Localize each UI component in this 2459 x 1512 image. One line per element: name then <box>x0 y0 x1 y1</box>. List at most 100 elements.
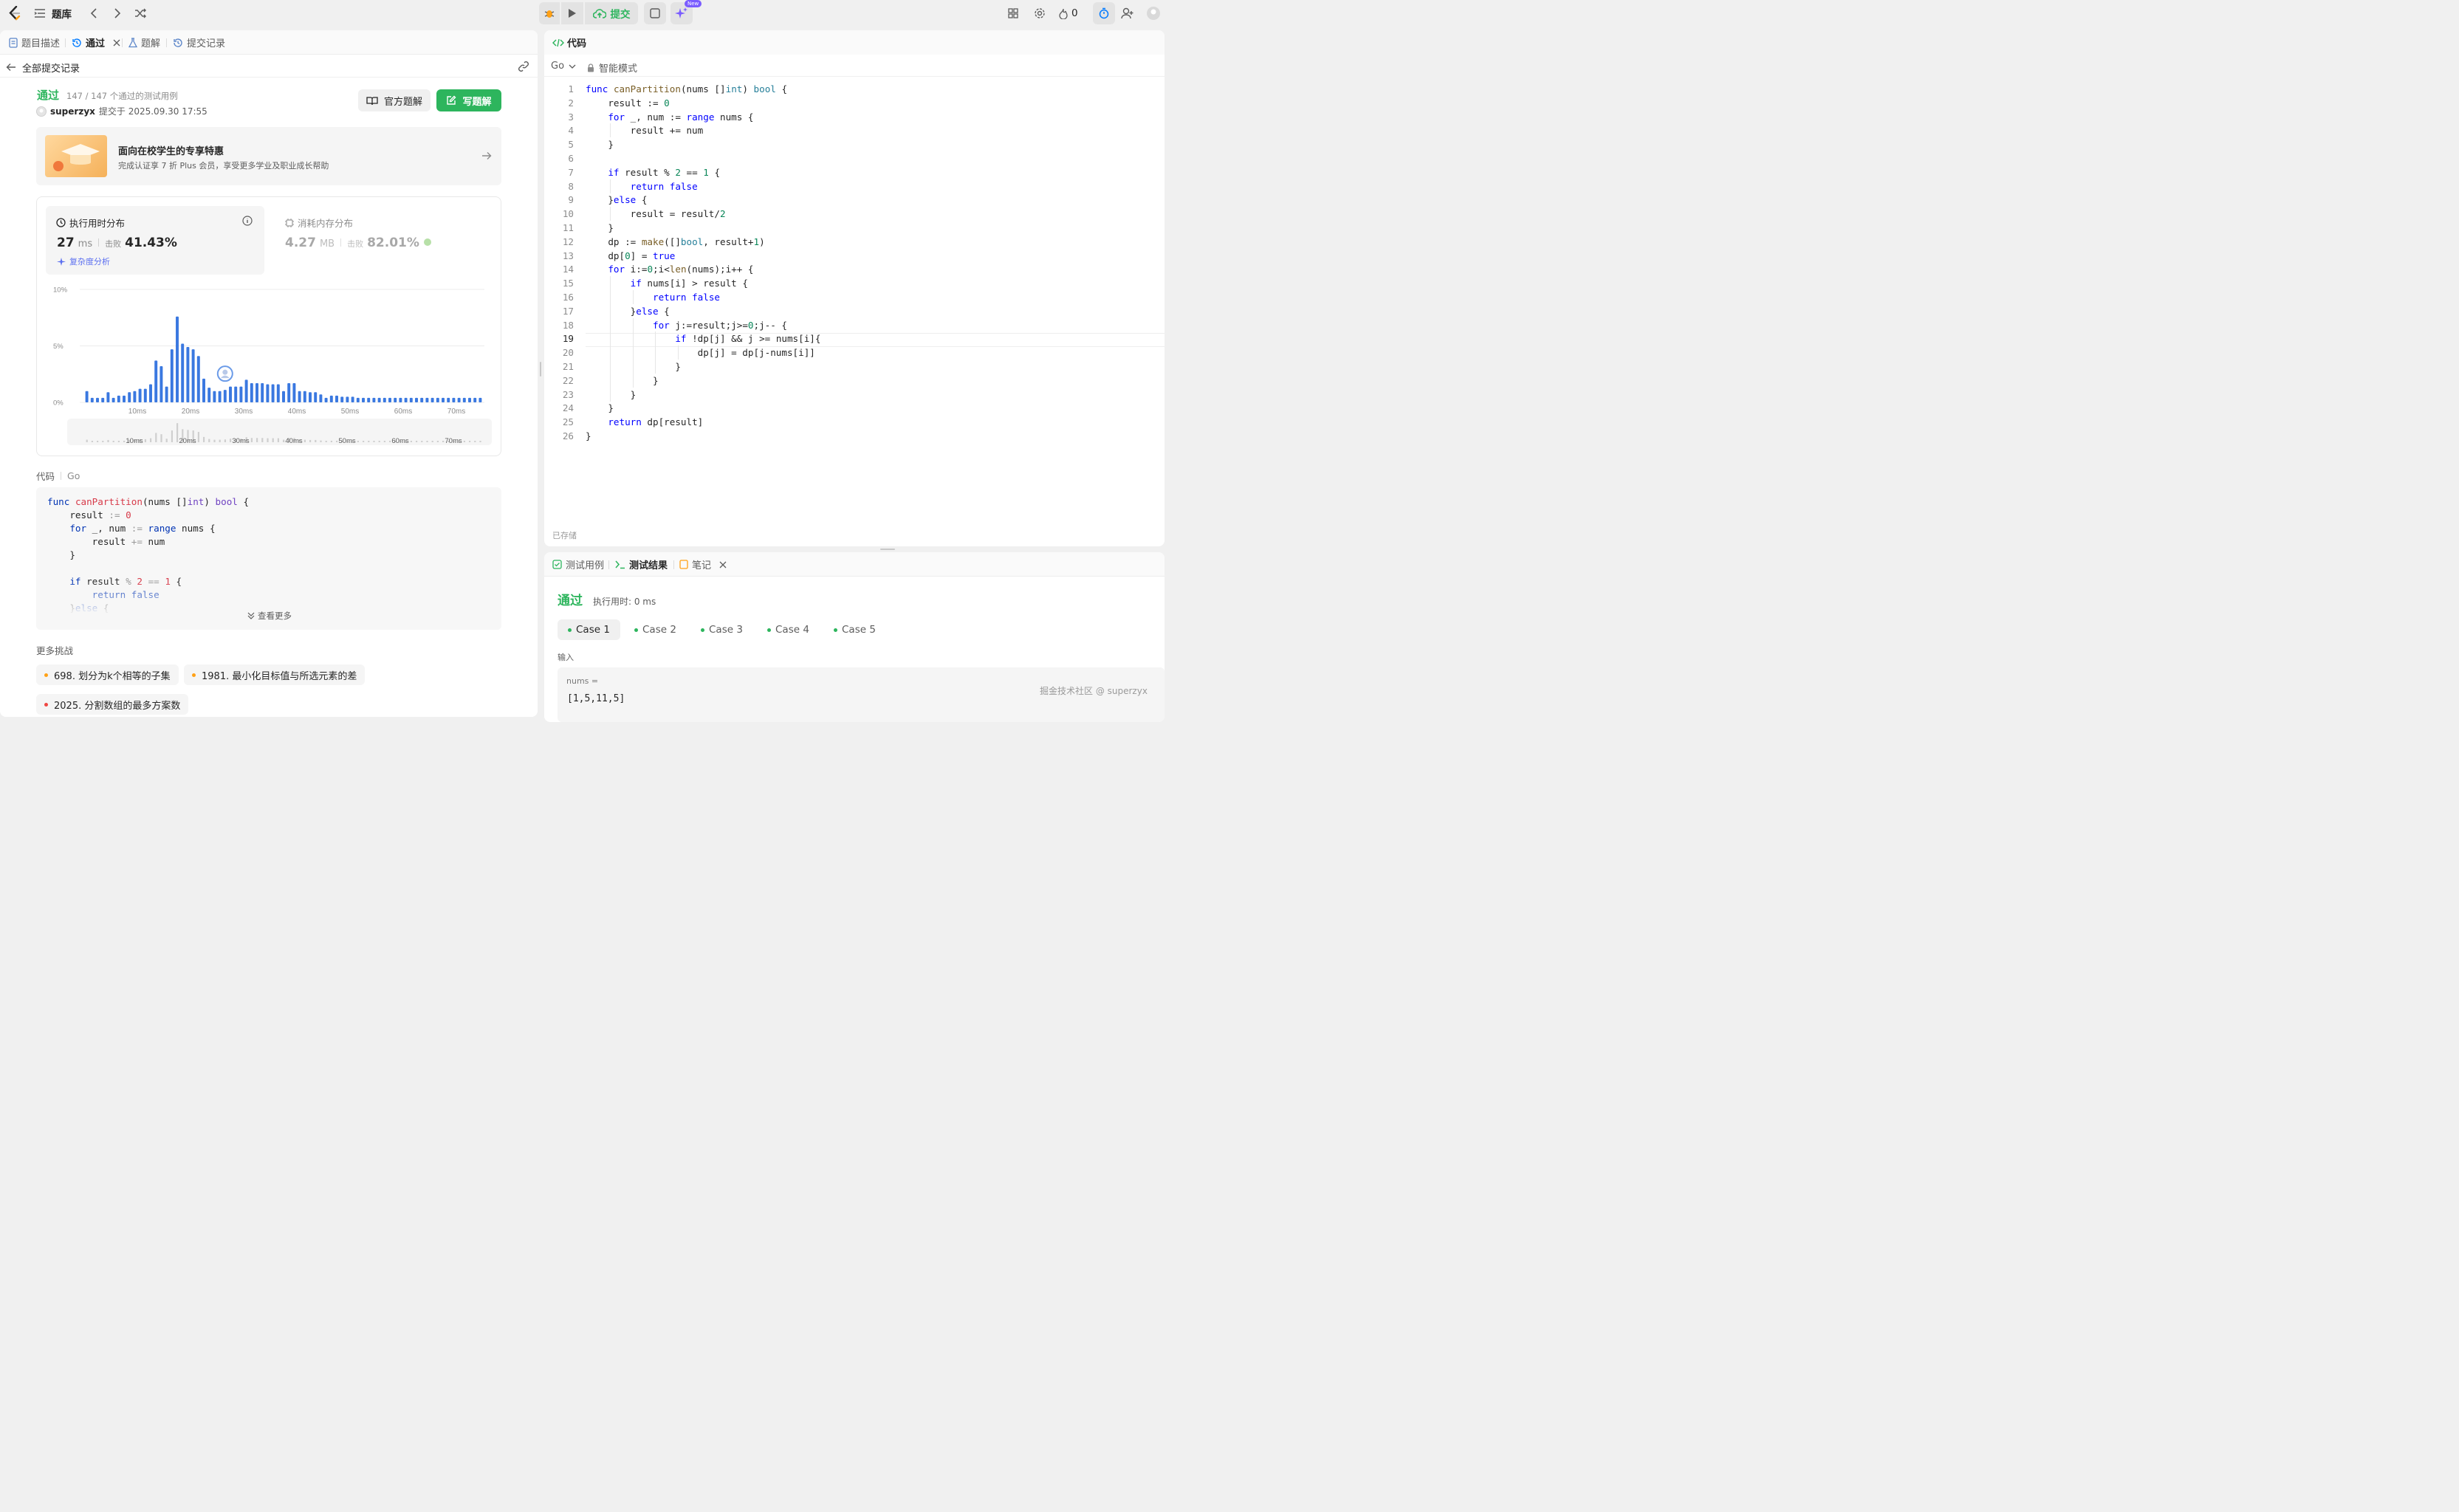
minimap-bar <box>410 441 412 442</box>
minimap-tick-label: 40ms <box>285 437 302 445</box>
settings-button[interactable] <box>1031 4 1049 22</box>
minimap-bar <box>389 441 391 442</box>
memory-stat-box[interactable]: 消耗内存分布 4.27 MB 击败 82.01% <box>275 206 493 275</box>
layout-button[interactable] <box>1004 4 1022 22</box>
view-more-label: 查看更多 <box>258 611 292 621</box>
note-button[interactable] <box>644 2 666 24</box>
view-more-button[interactable]: 查看更多 <box>247 610 292 622</box>
write-solution-button[interactable]: 写题解 <box>436 89 501 111</box>
challenge-tag-1981[interactable]: 1981. 最小化目标值与所选元素的差 <box>184 664 366 685</box>
histogram-bar <box>303 391 306 402</box>
x-tick-label: 40ms <box>288 408 306 416</box>
challenge-tag-2025[interactable]: 2025. 分割数组的最多方案数 <box>36 694 189 715</box>
smart-mode-toggle[interactable]: 智能模式 <box>587 61 637 75</box>
indent-guide <box>632 373 634 388</box>
runtime-title: 执行用时分布 <box>69 218 126 229</box>
minimap-bar <box>97 441 99 442</box>
indent-guide <box>610 373 611 388</box>
invite-user-button[interactable] <box>1118 4 1137 22</box>
streak-counter[interactable]: 0 <box>1059 4 1078 22</box>
back-to-submissions-link[interactable]: 全部提交记录 <box>6 60 80 75</box>
case-3-button[interactable]: Case 3 <box>690 619 753 640</box>
case-4-button[interactable]: Case 4 <box>757 619 820 640</box>
next-problem-button[interactable] <box>109 4 126 22</box>
tab-test-result[interactable]: 测试结果 <box>615 552 668 577</box>
case-label: Case 1 <box>576 624 610 636</box>
line-number: 13 <box>562 250 574 261</box>
indent-guide <box>610 346 611 360</box>
problem-bank-button[interactable]: 题库 <box>34 4 72 22</box>
promo-title: 面向在校学生的专享特惠 <box>118 146 224 157</box>
case-1-button[interactable]: Case 1 <box>558 619 620 640</box>
histogram-bar <box>133 391 137 402</box>
info-icon[interactable] <box>242 216 253 226</box>
minimap-bar <box>363 441 365 442</box>
minimap-bar <box>416 441 418 442</box>
input-label: 输入 <box>558 653 574 662</box>
line-number: 4 <box>568 125 574 137</box>
random-problem-button[interactable] <box>131 4 149 22</box>
code-editor-panel: 代码 Go 智能模式 1 func canPartition(nums []int… <box>544 30 1165 546</box>
tab-description[interactable]: 题目描述 <box>9 30 60 55</box>
timer-button[interactable] <box>1093 2 1115 24</box>
console-tab-bar: 测试用例 测试结果 笔记 <box>544 552 1165 577</box>
tab-submissions-label: 提交记录 <box>187 38 226 49</box>
code-text: return false <box>630 180 698 192</box>
submit-button[interactable]: 提交 <box>585 2 638 24</box>
memory-title: 消耗内存分布 <box>298 218 354 229</box>
language-selector[interactable]: Go <box>551 61 576 72</box>
close-icon[interactable] <box>113 39 120 47</box>
tab-solutions[interactable]: 题解 <box>128 30 160 55</box>
tab-notes-label: 笔记 <box>692 560 712 571</box>
histogram-bar <box>431 397 434 402</box>
leetcode-logo-icon[interactable] <box>6 4 24 22</box>
close-icon[interactable] <box>719 561 727 568</box>
indent-guide <box>610 303 611 318</box>
tab-notes[interactable]: 笔记 <box>679 552 727 577</box>
indent-guide <box>610 387 611 402</box>
line-number: 7 <box>568 166 574 178</box>
tab-accepted[interactable]: 通过 <box>72 30 120 55</box>
minimap-bar <box>230 439 232 442</box>
histogram-bar <box>324 397 328 402</box>
code-text: } <box>586 139 614 151</box>
complexity-analysis-link[interactable]: 复杂度分析 <box>57 255 110 267</box>
list-icon <box>34 9 45 18</box>
prev-problem-button[interactable] <box>86 4 102 22</box>
case-5-button[interactable]: Case 5 <box>823 619 886 640</box>
tab-code[interactable]: 代码 <box>552 30 586 55</box>
histogram-bar <box>473 397 477 402</box>
minimap-bar <box>303 439 306 442</box>
share-link-button[interactable] <box>517 60 532 75</box>
line-number: 2 <box>568 97 574 109</box>
histogram-bar <box>181 343 185 402</box>
new-badge-label: New <box>687 1 699 7</box>
snippet-line: for _, num := range nums { <box>69 523 216 534</box>
debug-button[interactable] <box>539 2 560 24</box>
indent-guide <box>655 346 656 360</box>
challenge-tag-698[interactable]: 698. 划分为k个相等的子集 <box>36 664 179 685</box>
avatar[interactable] <box>1146 4 1161 22</box>
submitter-name[interactable]: superzyx <box>50 106 95 117</box>
memory-beats-label: 击败 <box>347 239 364 249</box>
horizontal-resize-handle[interactable] <box>880 549 895 550</box>
top-navigation-bar: 题库 提交 New 0 <box>0 0 1161 27</box>
tab-submissions[interactable]: 提交记录 <box>173 30 225 55</box>
official-solution-button[interactable]: 官方题解 <box>358 89 431 111</box>
tab-testcase[interactable]: 测试用例 <box>552 552 604 577</box>
case-2-button[interactable]: Case 2 <box>624 619 687 640</box>
avatar <box>36 106 47 117</box>
result-runtime: 执行用时: 0 ms <box>593 597 656 607</box>
student-promo-banner[interactable]: 面向在校学生的专享特惠 完成认证享 7 折 Plus 会员，享受更多学业及职业成… <box>36 127 501 185</box>
vertical-resize-handle[interactable] <box>540 362 541 377</box>
histogram-bar <box>309 392 312 402</box>
tab-accepted-label: 通过 <box>86 38 106 49</box>
histogram-bar <box>117 395 120 402</box>
testcase-count: 147 / 147 个通过的测试用例 <box>66 91 178 101</box>
x-tick-label: 30ms <box>235 408 253 416</box>
code-text: dp[j] = dp[j-nums[i]] <box>586 347 815 359</box>
runtime-stat-box[interactable]: 执行用时分布 27 ms 击败 41.43% 复杂度分析 <box>46 206 264 275</box>
code-editor-area[interactable]: 1 func canPartition(nums []int) bool {2 r… <box>544 82 1165 451</box>
run-button[interactable] <box>561 2 583 24</box>
challenge-label: 698. 划分为k个相等的子集 <box>54 670 171 682</box>
